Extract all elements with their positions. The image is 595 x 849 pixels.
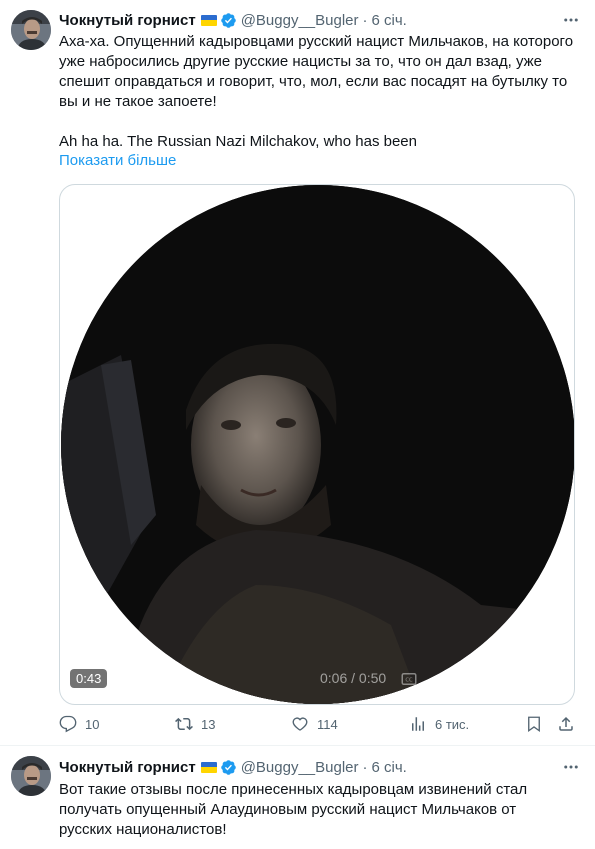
heart-icon <box>292 717 308 731</box>
tweet-header: Чокнутый горнист @Buggy__Bugler · 6 січ. <box>59 10 407 30</box>
tweet-1[interactable]: Чокнутый горнист @Buggy__Bugler · 6 січ.… <box>0 0 595 745</box>
bookmark-button[interactable] <box>525 715 543 733</box>
repost-button[interactable]: 13 <box>175 715 215 733</box>
share-icon <box>559 716 573 731</box>
views-count: 6 тис. <box>435 716 470 732</box>
views-icon <box>412 717 424 731</box>
video-duration-badge: 0:43 <box>70 669 108 688</box>
tweet-timestamp[interactable]: 6 січ. <box>372 759 407 776</box>
like-count: 114 <box>317 716 338 732</box>
tweet-actions: 10 13 114 6 тис. <box>59 715 575 735</box>
verified-badge-icon <box>220 759 237 776</box>
show-more-link[interactable]: Показати більше <box>59 152 176 169</box>
avatar-portrait-icon <box>11 756 51 796</box>
tweet-header: Чокнутый горнист @Buggy__Bugler · 6 січ. <box>59 757 407 777</box>
tweet-timestamp[interactable]: 6 січ. <box>372 12 407 29</box>
verified-badge-icon <box>220 12 237 29</box>
author-name[interactable]: Чокнутый горнист <box>59 12 196 29</box>
like-button[interactable]: 114 <box>291 715 338 733</box>
repost-count: 13 <box>201 716 216 732</box>
separator-dot: · <box>362 758 368 776</box>
ukraine-flag-icon <box>200 761 217 773</box>
bookmark-icon <box>528 716 540 733</box>
repost-icon <box>175 717 193 731</box>
tweet-2[interactable]: Чокнутый горнист @Buggy__Bugler · 6 січ.… <box>0 746 595 849</box>
more-icon[interactable] <box>561 757 581 777</box>
avatar[interactable] <box>11 10 51 50</box>
ukraine-flag-icon <box>200 14 217 26</box>
more-icon[interactable] <box>561 10 581 30</box>
settings-icon[interactable] <box>436 670 454 688</box>
volume-icon[interactable] <box>474 670 492 688</box>
video-still-image <box>61 185 574 704</box>
share-button[interactable] <box>557 715 575 733</box>
separator-dot: · <box>362 11 368 29</box>
captions-icon[interactable]: CC <box>400 670 418 688</box>
reply-button[interactable]: 10 <box>59 715 99 733</box>
fullscreen-icon[interactable] <box>512 670 530 688</box>
reply-icon <box>59 715 77 733</box>
svg-text:CC: CC <box>405 677 413 683</box>
tweet-text: Вот такие отзывы после принесенных кадыр… <box>59 781 528 838</box>
reply-count: 10 <box>85 716 100 732</box>
author-handle[interactable]: @Buggy__Bugler <box>241 12 359 29</box>
tweet-text: Аха-ха. Опущенний кадыровцами русский на… <box>59 33 574 150</box>
avatar[interactable] <box>11 756 51 796</box>
video-player[interactable]: 0:43 0:06 / 0:50 CC <box>59 184 575 705</box>
author-handle[interactable]: @Buggy__Bugler <box>241 759 359 776</box>
video-progress-time: 0:06 / 0:50 <box>320 670 387 686</box>
views-button[interactable]: 6 тис. <box>409 715 469 733</box>
author-name[interactable]: Чокнутый горнист <box>59 759 196 776</box>
video-frame <box>61 185 574 704</box>
avatar-portrait-icon <box>11 10 51 50</box>
